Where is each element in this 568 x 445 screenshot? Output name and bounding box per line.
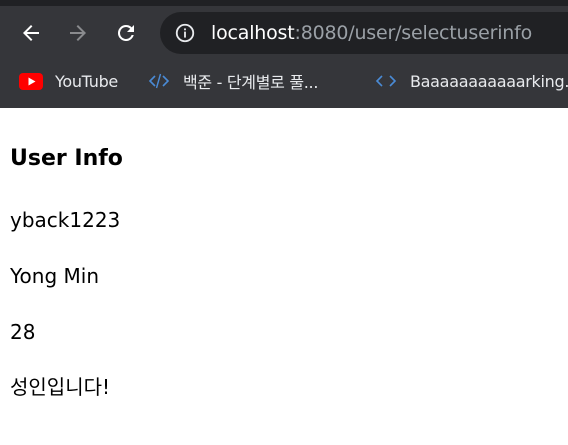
bookmark-label: YouTube xyxy=(55,71,118,91)
code-icon xyxy=(147,72,171,90)
browser-toolbar: localhost:8080/user/selectuserinfo YouTu… xyxy=(0,0,568,108)
bookmark-baekjoon[interactable]: 백준 - 단계별로 풀... xyxy=(147,62,318,100)
reload-icon xyxy=(117,24,134,41)
back-button[interactable] xyxy=(16,18,46,48)
address-bar[interactable]: localhost:8080/user/selectuserinfo xyxy=(160,12,568,54)
info-icon[interactable] xyxy=(174,22,196,44)
reload-button[interactable] xyxy=(111,18,141,48)
url-path: :8080/user/selectuserinfo xyxy=(294,22,533,44)
forward-button[interactable] xyxy=(63,18,93,48)
arrow-left-icon xyxy=(23,25,39,41)
url-host: localhost xyxy=(211,22,295,44)
code-icon xyxy=(374,72,398,90)
page-title: User Info xyxy=(10,146,123,171)
adult-message: 성인입니다! xyxy=(10,375,111,399)
bookmark-label: Baaaaaaaaaaarking... xyxy=(410,71,568,91)
user-age: 28 xyxy=(10,320,36,344)
user-id: yback1223 xyxy=(10,208,121,232)
bookmark-youtube[interactable]: YouTube xyxy=(19,62,118,100)
arrow-right-icon xyxy=(70,25,86,41)
bookmarks-bar: YouTube 백준 - 단계별로 풀... Baaaaaaaaaaarking… xyxy=(0,62,568,100)
tab-strip xyxy=(0,0,568,6)
bookmark-barking[interactable]: Baaaaaaaaaaarking... xyxy=(374,62,568,100)
url-text[interactable]: localhost:8080/user/selectuserinfo xyxy=(211,21,532,45)
bookmark-label: 백준 - 단계별로 풀... xyxy=(183,73,319,92)
youtube-icon xyxy=(19,72,43,90)
user-name: Yong Min xyxy=(10,264,100,288)
